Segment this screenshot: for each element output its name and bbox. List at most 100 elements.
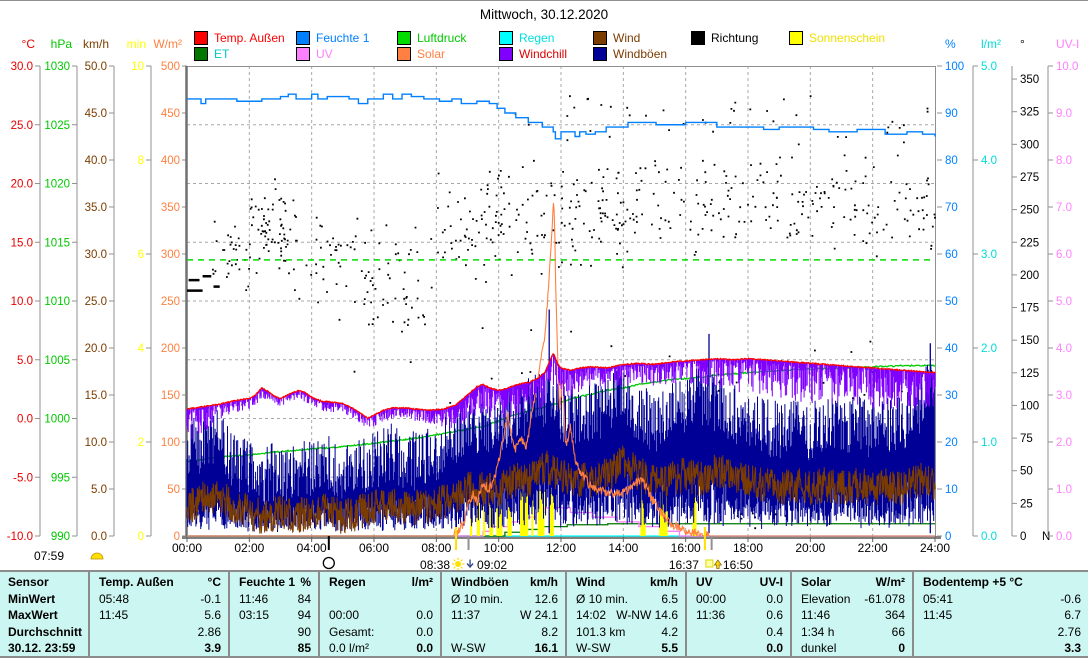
svg-text:°C: °C — [22, 37, 36, 51]
svg-text:70: 70 — [945, 202, 958, 214]
stats-col-unit: W/m² — [876, 575, 905, 589]
svg-text:200: 200 — [161, 343, 180, 355]
stats-col-unit: km/h — [530, 575, 558, 589]
x-tick-label: 18:00 — [733, 541, 763, 555]
svg-text:UV-I: UV-I — [1056, 37, 1079, 51]
stats-cell-row: 00:000.0 — [320, 607, 440, 624]
stats-cell-value: 364 — [885, 608, 905, 622]
stats-cell-row: 8.2 — [442, 624, 565, 641]
stats-cell-row: 11:4684 — [230, 591, 318, 608]
stats-col-uv: UVUV-I00:000.011:360.60.40.0 — [685, 572, 790, 656]
stats-cell-row: 03:1594 — [230, 607, 318, 624]
stats-col-windb-en: Windböenkm/hØ 10 min.12.611:37W 24.18.2W… — [440, 572, 565, 656]
stats-cell-row: 11:456.7 — [914, 607, 1088, 624]
stats-cell-row: 14:02 W-NW 14.6 — [567, 607, 685, 624]
svg-text:0.0: 0.0 — [17, 414, 33, 426]
stats-cell-value: 4.2 — [661, 625, 678, 639]
stats-col-regen: Regenl/m²00:000.0Gesamt:0.00.0 l/m²0.0 — [318, 572, 440, 656]
svg-text:3.0: 3.0 — [981, 249, 997, 261]
svg-text:N: N — [1042, 531, 1050, 543]
svg-text:200: 200 — [1020, 270, 1039, 282]
svg-text:20.0: 20.0 — [11, 179, 33, 191]
svg-text:325: 325 — [1020, 107, 1039, 119]
stats-cell-value: W-NW 14.6 — [616, 608, 678, 622]
x-tick-label: 12:00 — [546, 541, 576, 555]
svg-text:25.0: 25.0 — [11, 120, 33, 132]
stats-cell-label: Ø 10 min. — [451, 592, 503, 606]
svg-text:5.0: 5.0 — [17, 355, 33, 367]
svg-text:15.0: 15.0 — [11, 237, 33, 249]
stats-cell-row: Ø 10 min.12.6 — [442, 591, 565, 608]
stats-cell-label: 14:02 — [576, 608, 606, 622]
stats-col-header: Bodentemp +5 °C — [914, 574, 1088, 591]
stats-col-name: Solar — [801, 575, 831, 589]
stats-cell-row: Elevation-61.078 — [792, 591, 912, 608]
svg-text:min: min — [127, 37, 146, 51]
stats-cell-value: 85 — [298, 641, 311, 655]
stats-col-unit: % — [300, 575, 311, 589]
stats-cell-row: 0.4 — [687, 624, 790, 641]
stats-col-name: Windböen — [451, 575, 509, 589]
svg-text:-5.0: -5.0 — [13, 472, 33, 484]
svg-text:0.0: 0.0 — [1056, 531, 1072, 543]
svg-text:1010: 1010 — [44, 296, 70, 308]
x-tick-label: 20:00 — [795, 541, 825, 555]
stats-cell-label: 0.0 l/m² — [329, 641, 369, 655]
stats-col-unit: km/h — [650, 575, 678, 589]
svg-text:1020: 1020 — [44, 179, 70, 191]
svg-text:1000: 1000 — [44, 414, 70, 426]
stats-cell-label: 1:34 h — [801, 625, 834, 639]
svg-text:150: 150 — [1020, 335, 1039, 347]
svg-text:km/h: km/h — [83, 37, 109, 51]
weather-graph-window: Mittwoch, 30.12.2020 Temp. AußenFeuchte … — [0, 0, 1088, 663]
svg-text:3.0: 3.0 — [1056, 390, 1072, 402]
stats-col-name: UV — [696, 575, 713, 589]
stats-cell-row — [320, 591, 440, 608]
svg-text:%: % — [945, 37, 956, 51]
stats-cell-row: dunkel0 — [792, 640, 912, 657]
stats-cell-row: 90 — [230, 624, 318, 641]
moon-phase-icon — [323, 558, 334, 569]
svg-text:1.0: 1.0 — [981, 437, 997, 449]
svg-text:-10.0: -10.0 — [7, 531, 33, 543]
stats-cell-row: 11:46364 — [792, 607, 912, 624]
stats-cell-value: 0.0 — [416, 608, 433, 622]
svg-text:35.0: 35.0 — [85, 202, 107, 214]
stats-cell-label: dunkel — [801, 641, 836, 655]
stats-cell-row: 11:360.6 — [687, 607, 790, 624]
svg-text:1005: 1005 — [44, 355, 70, 367]
stats-cell-row: 3.3 — [914, 640, 1088, 657]
svg-text:100: 100 — [1020, 400, 1039, 412]
svg-text:450: 450 — [161, 108, 180, 120]
svg-text:90: 90 — [945, 108, 958, 120]
stats-cell-row: 11:45 5.6 — [90, 607, 228, 624]
svg-text:0: 0 — [138, 531, 144, 543]
stats-cell-row: 2.76 — [914, 624, 1088, 641]
stats-cell-value: 5.6 — [204, 608, 221, 622]
x-tick-label: 24:00 — [920, 541, 950, 555]
moonrise-icon — [714, 560, 721, 569]
x-tick-label: 22:00 — [858, 541, 888, 555]
stats-cell-value: 84 — [298, 592, 311, 606]
x-tick-label: 04:00 — [297, 541, 327, 555]
stats-table: SensorMinWertMaxWertDurchschnitt30.12. 2… — [0, 570, 1088, 658]
x-tick-label: 02:00 — [234, 541, 264, 555]
stats-cell-row: 05:48-0.1 — [90, 591, 228, 608]
svg-text:250: 250 — [161, 296, 180, 308]
stats-cell-value: 0.6 — [766, 608, 783, 622]
stats-cell-row: Ø 10 min.6.5 — [567, 591, 685, 608]
svg-text:150: 150 — [161, 390, 180, 402]
stats-cell-row: W-SW5.5 — [567, 640, 685, 657]
stats-cell-label: 101.3 km — [576, 625, 625, 639]
stats-cell-label: Gesamt: — [329, 625, 374, 639]
right-axis-: %1009080706050403020100 — [937, 37, 964, 543]
svg-text:1.0: 1.0 — [1056, 484, 1072, 496]
x-tick-label: 06:00 — [359, 541, 389, 555]
stats-cell-value: 6.5 — [661, 592, 678, 606]
stats-col-header: Windkm/h — [567, 574, 685, 591]
stats-cell-label: 11:45 — [99, 608, 128, 622]
svg-text:80: 80 — [945, 155, 958, 167]
stats-col-header: Solar W/m² — [792, 574, 912, 591]
left-axis-km-h: km/h50.045.040.035.030.025.020.015.010.0… — [83, 37, 114, 543]
svg-text:400: 400 — [161, 155, 180, 167]
